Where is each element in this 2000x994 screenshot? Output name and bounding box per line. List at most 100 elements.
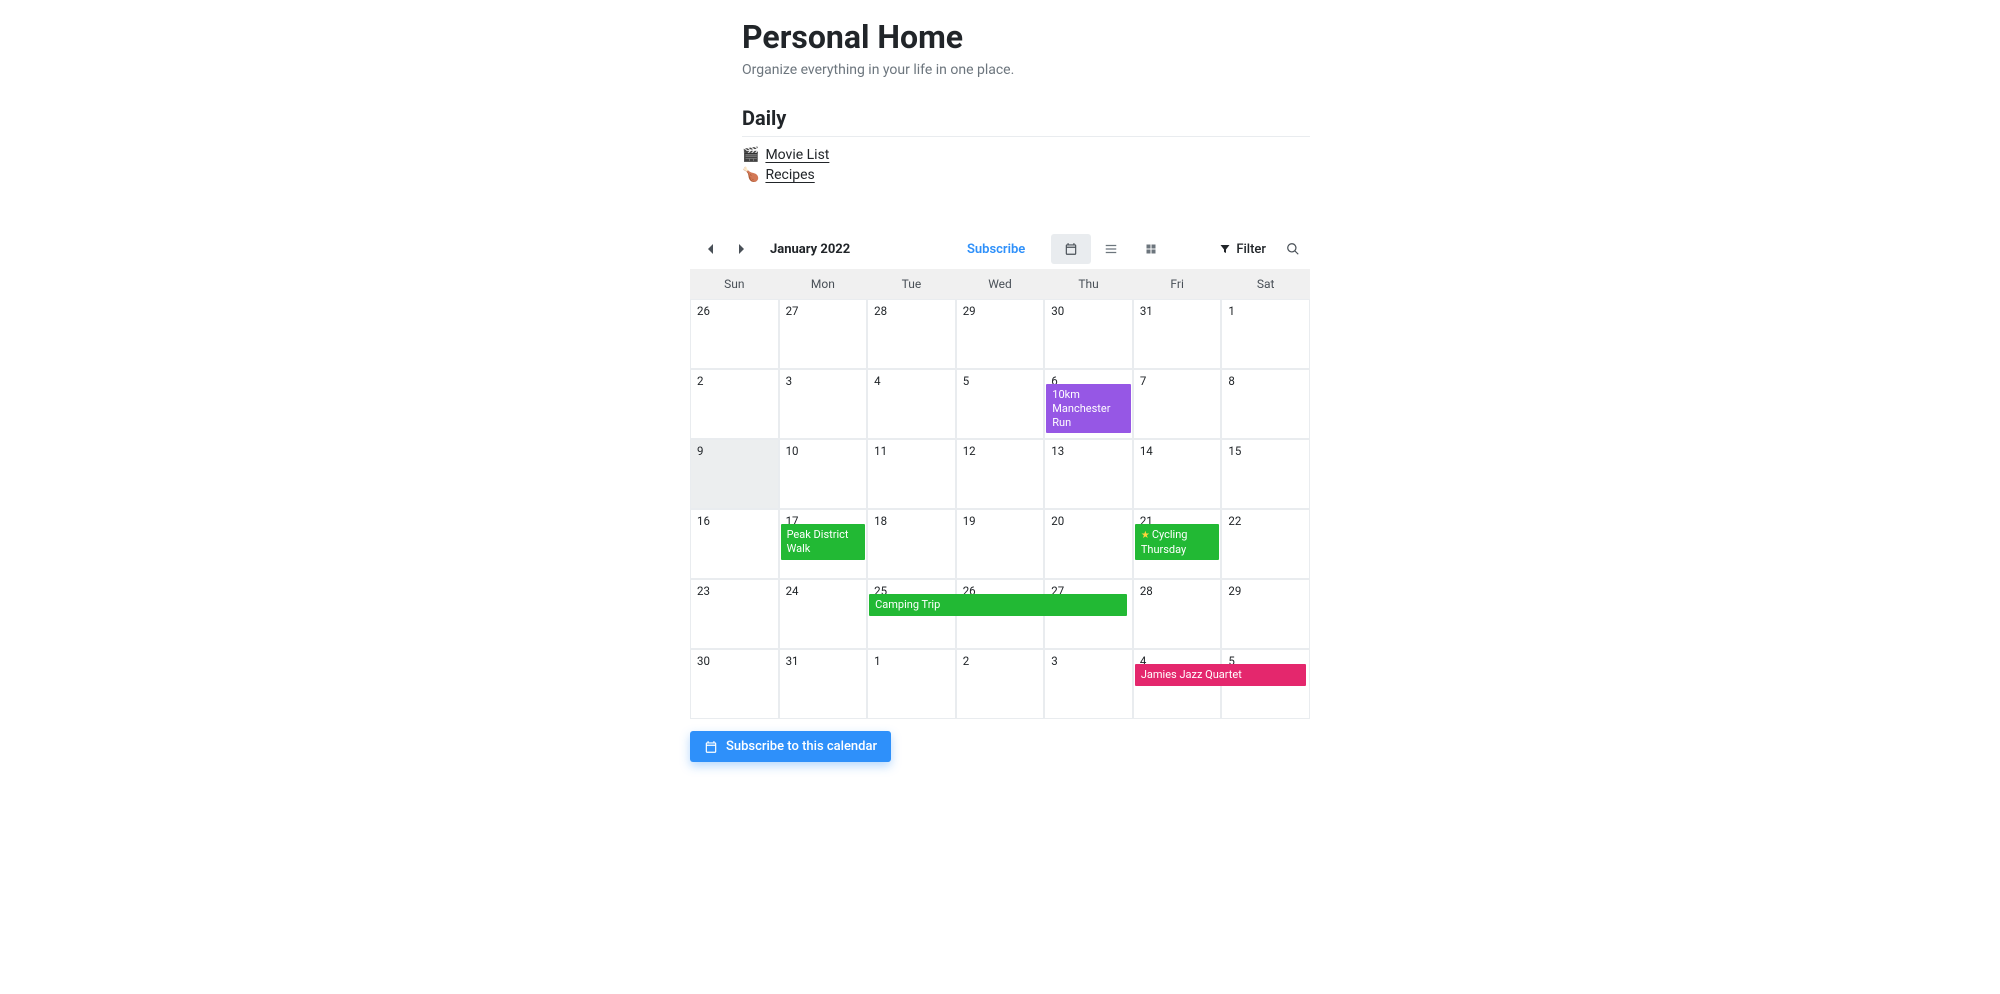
day-header: Mon <box>779 269 868 299</box>
calendar-day-cell[interactable]: 14 <box>1133 439 1222 509</box>
calendar-day-cell[interactable]: 26 <box>690 299 779 369</box>
calendar-day-cell[interactable]: 22 <box>1221 509 1310 579</box>
calendar-day-cell[interactable]: 3 <box>779 369 868 439</box>
calendar-toolbar: January 2022 Subscribe Filter <box>690 229 1310 269</box>
calendar-day-cell[interactable]: 2 <box>690 369 779 439</box>
calendar-day-cell[interactable]: 31 <box>779 649 868 719</box>
calendar-day-cell[interactable]: 1 <box>1221 299 1310 369</box>
day-header: Sun <box>690 269 779 299</box>
calendar-day-cell[interactable]: 19 <box>956 509 1045 579</box>
calendar-day-cell[interactable]: 16 <box>690 509 779 579</box>
calendar-day-cell[interactable]: 5 <box>956 369 1045 439</box>
list-icon <box>1104 242 1118 256</box>
daily-link-movie[interactable]: 🎬 Movie List <box>742 147 1310 163</box>
calendar-day-cell[interactable]: 17Peak District Walk <box>779 509 868 579</box>
calendar-day-cell[interactable]: 11 <box>867 439 956 509</box>
date-number: 19 <box>957 510 1044 532</box>
view-toggle-group <box>1051 234 1171 264</box>
calendar-day-cell[interactable]: 4Jamies Jazz Quartet <box>1133 649 1222 719</box>
filter-label: Filter <box>1236 242 1266 257</box>
date-number: 4 <box>868 370 955 392</box>
date-number: 11 <box>868 440 955 462</box>
date-number: 1 <box>868 650 955 672</box>
date-number: 2 <box>691 370 778 392</box>
date-number: 5 <box>957 370 1044 392</box>
date-number: 26 <box>691 300 778 322</box>
list-view-button[interactable] <box>1091 234 1131 264</box>
calendar-day-cell[interactable]: 15 <box>1221 439 1310 509</box>
event-title: Camping Trip <box>875 598 940 611</box>
date-number: 3 <box>1045 650 1132 672</box>
calendar-day-cell[interactable]: 30 <box>1044 299 1133 369</box>
calendar-day-cell[interactable]: 1 <box>867 649 956 719</box>
date-number: 16 <box>691 510 778 532</box>
date-number: 14 <box>1134 440 1221 462</box>
calendar-day-cell[interactable]: 4 <box>867 369 956 439</box>
calendar-day-cell[interactable]: 21★Cycling Thursday <box>1133 509 1222 579</box>
date-number: 28 <box>1134 580 1221 602</box>
date-number: 31 <box>1134 300 1221 322</box>
filter-button[interactable]: Filter <box>1219 242 1266 257</box>
section-divider <box>742 136 1310 137</box>
calendar-day-cell[interactable]: 29 <box>956 299 1045 369</box>
calendar-day-cell[interactable]: 9 <box>690 439 779 509</box>
subscribe-footer-label: Subscribe to this calendar <box>726 739 877 754</box>
daily-link-recipes[interactable]: 🍗 Recipes <box>742 167 1310 183</box>
calendar-day-cell[interactable]: 24 <box>779 579 868 649</box>
event-title: 10km Manchester Run <box>1052 388 1110 429</box>
calendar-day-cell[interactable]: 25Camping Trip <box>867 579 956 649</box>
star-icon: ★ <box>1141 530 1150 541</box>
calendar-day-cell[interactable]: 2 <box>956 649 1045 719</box>
chevron-left-icon <box>707 243 715 255</box>
date-number: 8 <box>1222 370 1309 392</box>
prev-month-button[interactable] <box>700 238 722 260</box>
day-header: Fri <box>1133 269 1222 299</box>
date-number: 24 <box>780 580 867 602</box>
next-month-button[interactable] <box>730 238 752 260</box>
calendar-event[interactable]: Jamies Jazz Quartet <box>1135 664 1306 686</box>
date-number: 2 <box>957 650 1044 672</box>
date-number: 30 <box>1045 300 1132 322</box>
calendar-event[interactable]: Camping Trip <box>869 594 1127 616</box>
calendar-day-cell[interactable]: 28 <box>867 299 956 369</box>
subscribe-link[interactable]: Subscribe <box>967 242 1025 257</box>
clapper-icon: 🎬 <box>742 147 759 163</box>
date-number: 1 <box>1222 300 1309 322</box>
search-button[interactable] <box>1286 242 1300 256</box>
subscribe-calendar-button[interactable]: Subscribe to this calendar <box>690 731 891 762</box>
daily-link-label[interactable]: Recipes <box>765 167 814 183</box>
grid-icon <box>1145 243 1157 255</box>
date-number: 28 <box>868 300 955 322</box>
calendar-day-cell[interactable]: 23 <box>690 579 779 649</box>
calendar-event[interactable]: ★Cycling Thursday <box>1135 524 1220 560</box>
calendar-day-cell[interactable]: 30 <box>690 649 779 719</box>
calendar-day-cell[interactable]: 31 <box>1133 299 1222 369</box>
calendar-day-cell[interactable]: 18 <box>867 509 956 579</box>
date-number: 18 <box>868 510 955 532</box>
date-number: 31 <box>780 650 867 672</box>
calendar-day-cell[interactable]: 28 <box>1133 579 1222 649</box>
calendar-view-button[interactable] <box>1051 234 1091 264</box>
calendar-day-cell[interactable]: 20 <box>1044 509 1133 579</box>
calendar-day-cell[interactable]: 13 <box>1044 439 1133 509</box>
calendar-event[interactable]: 10km Manchester Run <box>1046 384 1131 433</box>
calendar-grid: 26272829303112345610km Manchester Run789… <box>690 299 1310 719</box>
calendar-day-cell[interactable]: 29 <box>1221 579 1310 649</box>
grid-view-button[interactable] <box>1131 234 1171 264</box>
calendar-day-cell[interactable]: 7 <box>1133 369 1222 439</box>
calendar-day-cell[interactable]: 8 <box>1221 369 1310 439</box>
calendar-day-cell[interactable]: 10 <box>779 439 868 509</box>
calendar-day-cell[interactable]: 610km Manchester Run <box>1044 369 1133 439</box>
chevron-right-icon <box>737 243 745 255</box>
calendar-event[interactable]: Peak District Walk <box>781 524 866 560</box>
calendar-day-cell[interactable]: 3 <box>1044 649 1133 719</box>
calendar-day-cell[interactable]: 27 <box>779 299 868 369</box>
date-number: 13 <box>1045 440 1132 462</box>
calendar-day-cell[interactable]: 12 <box>956 439 1045 509</box>
day-header: Tue <box>867 269 956 299</box>
date-number: 15 <box>1222 440 1309 462</box>
daily-link-label[interactable]: Movie List <box>765 147 829 163</box>
day-header: Sat <box>1221 269 1310 299</box>
date-number: 30 <box>691 650 778 672</box>
date-number: 29 <box>957 300 1044 322</box>
